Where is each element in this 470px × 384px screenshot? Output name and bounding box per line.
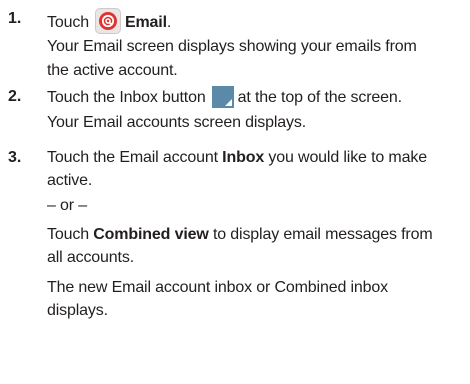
inbox-label: Inbox (222, 149, 265, 166)
step-text: to display email messages from (212, 226, 433, 243)
email-label: Email (124, 14, 167, 31)
step-number: 1. (8, 10, 22, 27)
step-2-instruction: Touch the Inbox button at the top of the… (47, 86, 402, 109)
step-text: Touch (47, 226, 89, 243)
step-1-result: the active account. (47, 62, 178, 79)
step-text: Touch the Inbox button (47, 89, 206, 106)
step-3-result: The new Email account inbox or Combined … (47, 279, 388, 296)
step-text: Touch (47, 14, 89, 31)
step-3-result-cont: displays. (47, 302, 108, 319)
step-text: at the top of the screen. (237, 89, 403, 106)
step-text: Touch the Email account (47, 149, 218, 166)
combined-view-label: Combined view (93, 226, 209, 243)
step-3-instruction-cont: active. (47, 172, 93, 189)
step-1-result: Your Email screen displays showing your … (47, 38, 417, 55)
step-text: . (166, 14, 172, 31)
instruction-document: 1. Touch Email. Your Email screen displa… (0, 0, 470, 384)
step-3-alternative-cont: all accounts. (47, 249, 134, 266)
step-number: 2. (8, 88, 22, 105)
step-number: 3. (8, 149, 22, 166)
inbox-dropdown-icon (211, 86, 234, 108)
step-1-instruction: Touch Email. (47, 8, 171, 34)
step-text: you would like to make (268, 149, 427, 166)
email-app-icon (94, 8, 121, 34)
or-separator: – or – (47, 197, 88, 214)
step-2-result: Your Email accounts screen displays. (47, 114, 307, 131)
step-3-alternative: Touch Combined view to display email mes… (47, 224, 433, 246)
step-3-instruction: Touch the Email account Inbox you would … (47, 147, 427, 169)
